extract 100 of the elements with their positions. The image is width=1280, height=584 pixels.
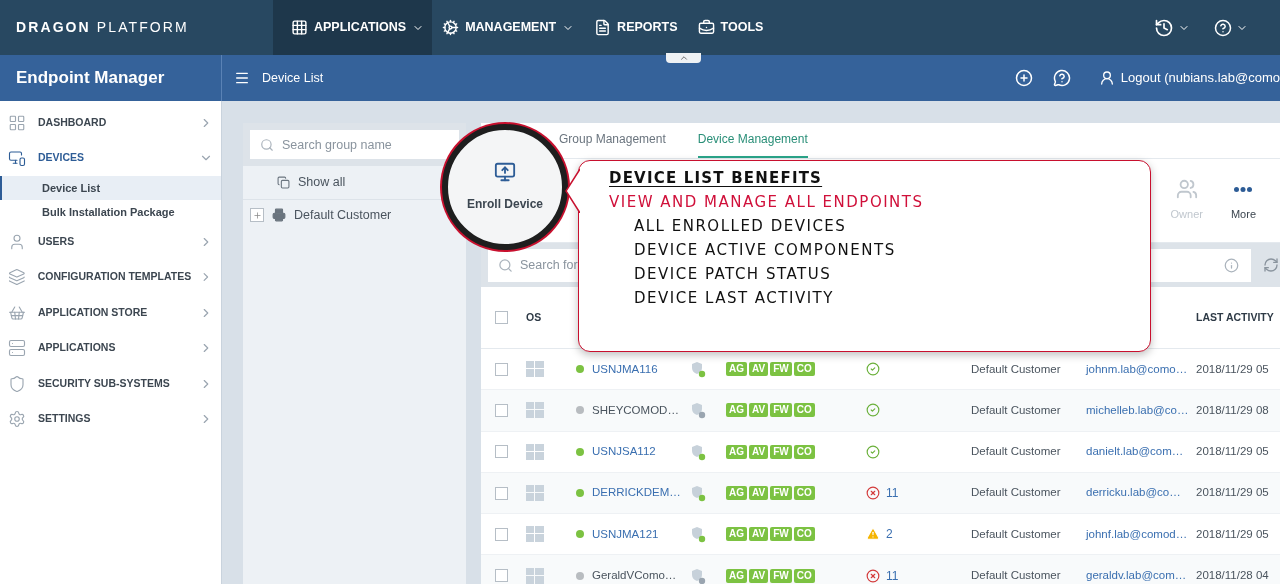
- windows-icon: [526, 485, 544, 502]
- sidebar-item[interactable]: SETTINGS: [0, 401, 221, 437]
- owner-email-link[interactable]: johnm.lab@como…: [1086, 360, 1196, 378]
- basket-icon: [8, 303, 26, 322]
- customer-cell-text: Default Customer: [971, 402, 1062, 418]
- component-tag: AG: [726, 568, 747, 583]
- column-header[interactable]: LAST ACTIVITY: [1196, 309, 1280, 326]
- help-chat-icon[interactable]: [1052, 69, 1071, 87]
- component-tag: AV: [749, 362, 769, 377]
- tab[interactable]: Group Management: [559, 130, 666, 158]
- logout-button[interactable]: Logout (nubians.lab@como: [1098, 68, 1280, 88]
- owner-email-link[interactable]: derricku.lab@co…: [1086, 484, 1196, 502]
- app-title: Endpoint Manager: [16, 67, 165, 90]
- sidebar-item[interactable]: APPLICATIONS: [0, 330, 221, 366]
- windows-icon: [526, 526, 544, 543]
- component-tag: AG: [726, 527, 747, 542]
- device-name-link[interactable]: GeraldVComo…: [592, 567, 677, 584]
- row-checkbox[interactable]: [495, 486, 508, 500]
- tree-item[interactable]: Default Customer: [294, 205, 392, 225]
- help-button[interactable]: [1214, 18, 1248, 37]
- component-tag: AV: [749, 403, 769, 418]
- dashboard-icon: [8, 113, 26, 132]
- component-tag: FW: [770, 403, 792, 418]
- tab[interactable]: Device Management: [697, 130, 808, 158]
- device-name-link[interactable]: USNJSA112: [592, 443, 656, 461]
- component-tag: FW: [770, 568, 792, 583]
- row-checkbox[interactable]: [495, 362, 508, 376]
- sidebar-item[interactable]: CONFIGURATION TEMPLATES: [0, 259, 221, 295]
- owner-email-link[interactable]: danielt.lab@com…: [1086, 443, 1196, 461]
- device-name-link[interactable]: USNJMA116: [592, 360, 658, 378]
- history-button[interactable]: [1154, 17, 1190, 38]
- component-tag: FW: [770, 486, 792, 501]
- component-tag: AG: [726, 486, 747, 501]
- callout-point: DEVICE PATCH STATUS: [633, 264, 833, 285]
- shield-icon: [8, 374, 26, 393]
- callout-title: DEVICE LIST BENEFITS: [609, 168, 823, 189]
- row-checkbox[interactable]: [495, 527, 508, 541]
- device-name-link[interactable]: SHEYCOMOD…: [592, 401, 679, 420]
- nav-menu-item[interactable]: TOOLS: [687, 0, 774, 55]
- clock-icon: [1154, 17, 1174, 38]
- copy-icon: [277, 176, 290, 189]
- nav-menu-item[interactable]: MANAGEMENT: [432, 0, 585, 55]
- last-activity-cell-text: 2018/11/28 04: [1196, 568, 1270, 583]
- patch-count[interactable]: 11: [886, 484, 899, 503]
- refresh-icon[interactable]: [1263, 257, 1279, 273]
- nav-menu-item[interactable]: REPORTS: [584, 0, 688, 55]
- more-icon: [1234, 186, 1253, 192]
- monitor-icon: [494, 161, 516, 183]
- owner-email-link[interactable]: johnf.lab@comod…: [1086, 525, 1196, 543]
- owner-email-link[interactable]: geraldv.lab@com…: [1086, 567, 1196, 584]
- sidebar-item[interactable]: DASHBOARD: [0, 105, 221, 141]
- component-tag: CO: [793, 486, 815, 501]
- row-checkbox[interactable]: [495, 569, 508, 583]
- callout-point: ALL ENROLLED DEVICES: [633, 216, 848, 237]
- customer-cell-text: Default Customer: [971, 485, 1062, 501]
- add-icon[interactable]: [1014, 69, 1033, 87]
- component-tag: AV: [749, 527, 769, 542]
- user-icon: [1098, 70, 1115, 86]
- sidebar-subitem[interactable]: Bulk Installation Package: [0, 200, 221, 224]
- component-tag: AG: [726, 403, 747, 418]
- sidebar-item[interactable]: USERS: [0, 224, 221, 260]
- collapse-handle[interactable]: [666, 53, 701, 63]
- component-tag: CO: [793, 444, 815, 459]
- nav-menu-item[interactable]: APPLICATIONS: [273, 0, 433, 55]
- logo-text-bold: DRAGON: [16, 18, 91, 37]
- last-activity-cell-text: 2018/11/29 05: [1196, 485, 1270, 501]
- owner-email-link[interactable]: michelleb.lab@co…: [1086, 401, 1196, 420]
- windows-icon: [526, 402, 544, 419]
- windows-icon: [526, 361, 544, 378]
- user-icon: [8, 232, 26, 251]
- toolbar-button[interactable]: More: [1230, 178, 1256, 223]
- device-name-link[interactable]: DERRICKDEM…: [592, 484, 681, 502]
- sidebar-item[interactable]: APPLICATION STORE: [0, 295, 221, 331]
- device-name-link[interactable]: USNJMA121: [592, 525, 659, 543]
- enroll-device-button[interactable]: Enroll Device: [467, 161, 543, 213]
- last-activity-cell-text: 2018/11/29 05: [1196, 526, 1270, 542]
- sidebar-subitem[interactable]: Device List: [0, 176, 221, 200]
- row-checkbox[interactable]: [495, 403, 508, 417]
- patch-count[interactable]: 11: [886, 566, 899, 584]
- group-search-field[interactable]: Search group name: [250, 130, 459, 159]
- devices-icon: [8, 149, 26, 168]
- sidebar-item[interactable]: SECURITY SUB-SYSTEMS: [0, 366, 221, 402]
- expand-toggle[interactable]: [250, 208, 264, 222]
- customer-cell-text: Default Customer: [971, 444, 1062, 460]
- column-header[interactable]: OS: [526, 309, 576, 326]
- component-tag: CO: [793, 568, 815, 583]
- windows-icon: [526, 443, 544, 460]
- select-all-checkbox[interactable]: [495, 311, 508, 324]
- last-activity-cell-text: 2018/11/29 08: [1196, 402, 1270, 418]
- windows-icon: [526, 567, 544, 584]
- component-tag: AG: [726, 444, 747, 459]
- toolbox-icon: [697, 19, 715, 36]
- menu-icon[interactable]: [234, 70, 250, 86]
- component-tag: AV: [749, 444, 769, 459]
- sidebar-item[interactable]: DEVICES: [0, 140, 221, 176]
- info-icon[interactable]: [1224, 257, 1239, 273]
- patch-count[interactable]: 2: [886, 525, 893, 544]
- customer-cell-text: Default Customer: [971, 568, 1062, 583]
- row-checkbox[interactable]: [495, 445, 508, 459]
- plus-icon: [252, 210, 262, 220]
